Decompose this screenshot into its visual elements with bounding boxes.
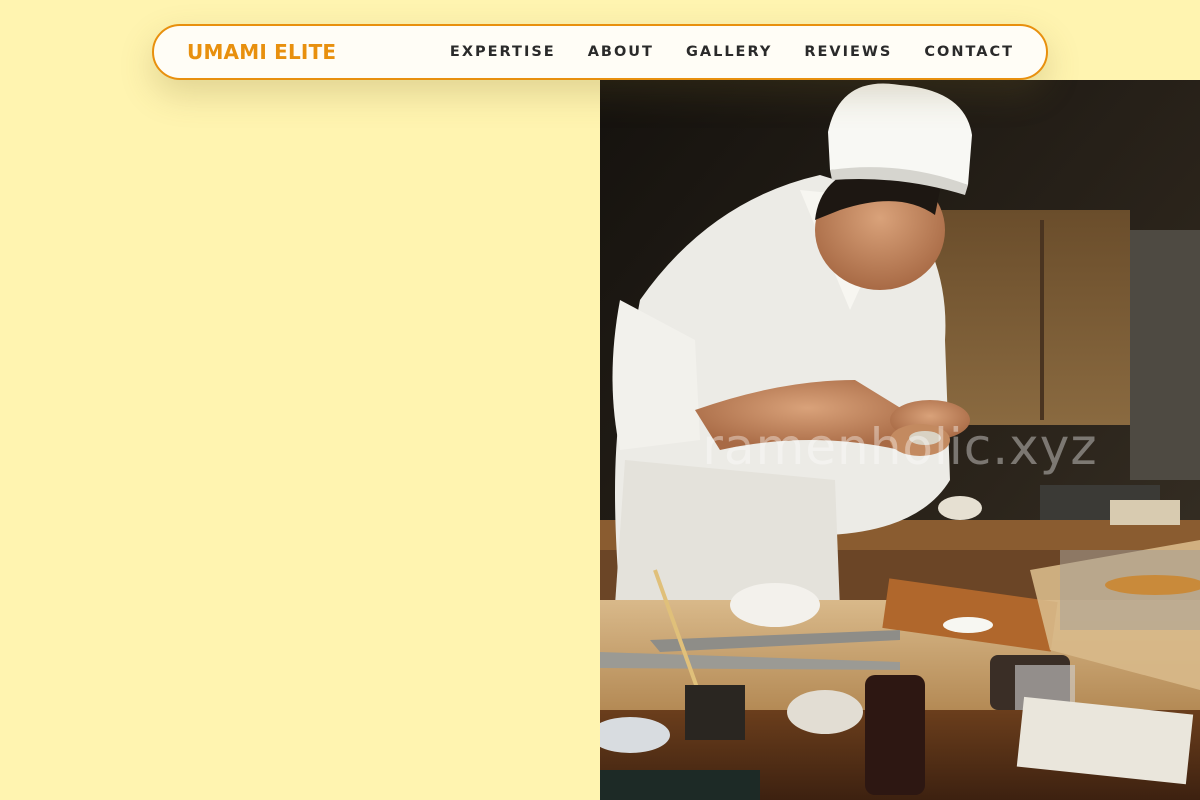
nav-links: EXPERTISE ABOUT GALLERY REVIEWS CONTACT: [450, 44, 1014, 60]
nav-link-contact[interactable]: CONTACT: [924, 44, 1014, 60]
navbar: UMAMI ELITE EXPERTISE ABOUT GALLERY REVI…: [152, 24, 1048, 80]
nav-link-expertise[interactable]: EXPERTISE: [450, 44, 556, 60]
hero-chef-photo: ramenholic.xyz: [600, 80, 1200, 800]
nav-link-gallery[interactable]: GALLERY: [686, 44, 772, 60]
nav-link-about[interactable]: ABOUT: [588, 44, 654, 60]
landing-page: UMAMI ELITE EXPERTISE ABOUT GALLERY REVI…: [0, 0, 1200, 800]
chef-illustration: [600, 80, 1200, 800]
brand-logo[interactable]: UMAMI ELITE: [187, 40, 336, 64]
nav-link-reviews[interactable]: REVIEWS: [804, 44, 892, 60]
